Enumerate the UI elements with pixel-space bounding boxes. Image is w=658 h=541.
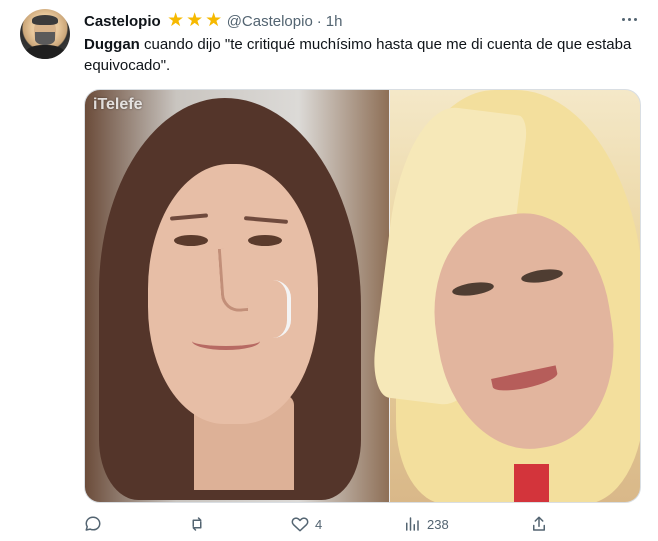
badge-stars: ★ ★ ★ [167,10,223,31]
user-handle[interactable]: @Castelopio [227,13,313,30]
like-button[interactable]: 4 [291,512,322,536]
eye [174,235,208,246]
red-shirt [514,464,549,502]
avatar[interactable] [20,9,70,59]
tweet-actions: 4 238 [84,512,554,536]
views-button[interactable]: 238 [403,512,449,536]
mouth [192,332,260,350]
star-icon: ★ [186,10,204,31]
avatar-beard [35,32,55,45]
microphone [273,280,291,338]
like-count: 4 [315,516,323,532]
reply-button[interactable] [84,512,102,536]
tweet-body: cuando dijo "te critiqué muchísimo hasta… [84,36,632,74]
share-icon [530,515,548,533]
reply-icon [84,515,102,533]
retweet-button[interactable] [188,512,206,536]
tweet-text: Duggan cuando dijo "te critiqué muchísim… [84,34,640,76]
tv-watermark: iTelefe [93,96,143,113]
views-count: 238 [427,516,449,532]
eye [248,235,282,246]
retweet-icon [188,515,206,533]
more-dot-icon [633,17,637,21]
share-button[interactable] [530,512,548,536]
meta-separator: · [316,12,322,30]
star-icon: ★ [167,10,185,31]
avatar-shirt [25,45,65,59]
meme-right-panel [369,90,640,502]
timestamp[interactable]: 1h [326,13,343,30]
meme-left-panel: iTelefe [85,90,390,502]
more-options-icon[interactable] [620,11,638,27]
tweet-mention: Duggan [84,36,140,53]
more-dot-icon [621,17,625,21]
views-icon [403,515,421,533]
display-name[interactable]: Castelopio [84,13,161,30]
tweet-image[interactable]: iTelefe [84,89,641,503]
star-icon: ★ [205,10,223,31]
tweet-header: Castelopio ★ ★ ★ @Castelopio · 1h [84,10,342,32]
more-dot-icon [627,17,631,21]
heart-icon [291,515,309,533]
avatar-hair [32,15,58,25]
